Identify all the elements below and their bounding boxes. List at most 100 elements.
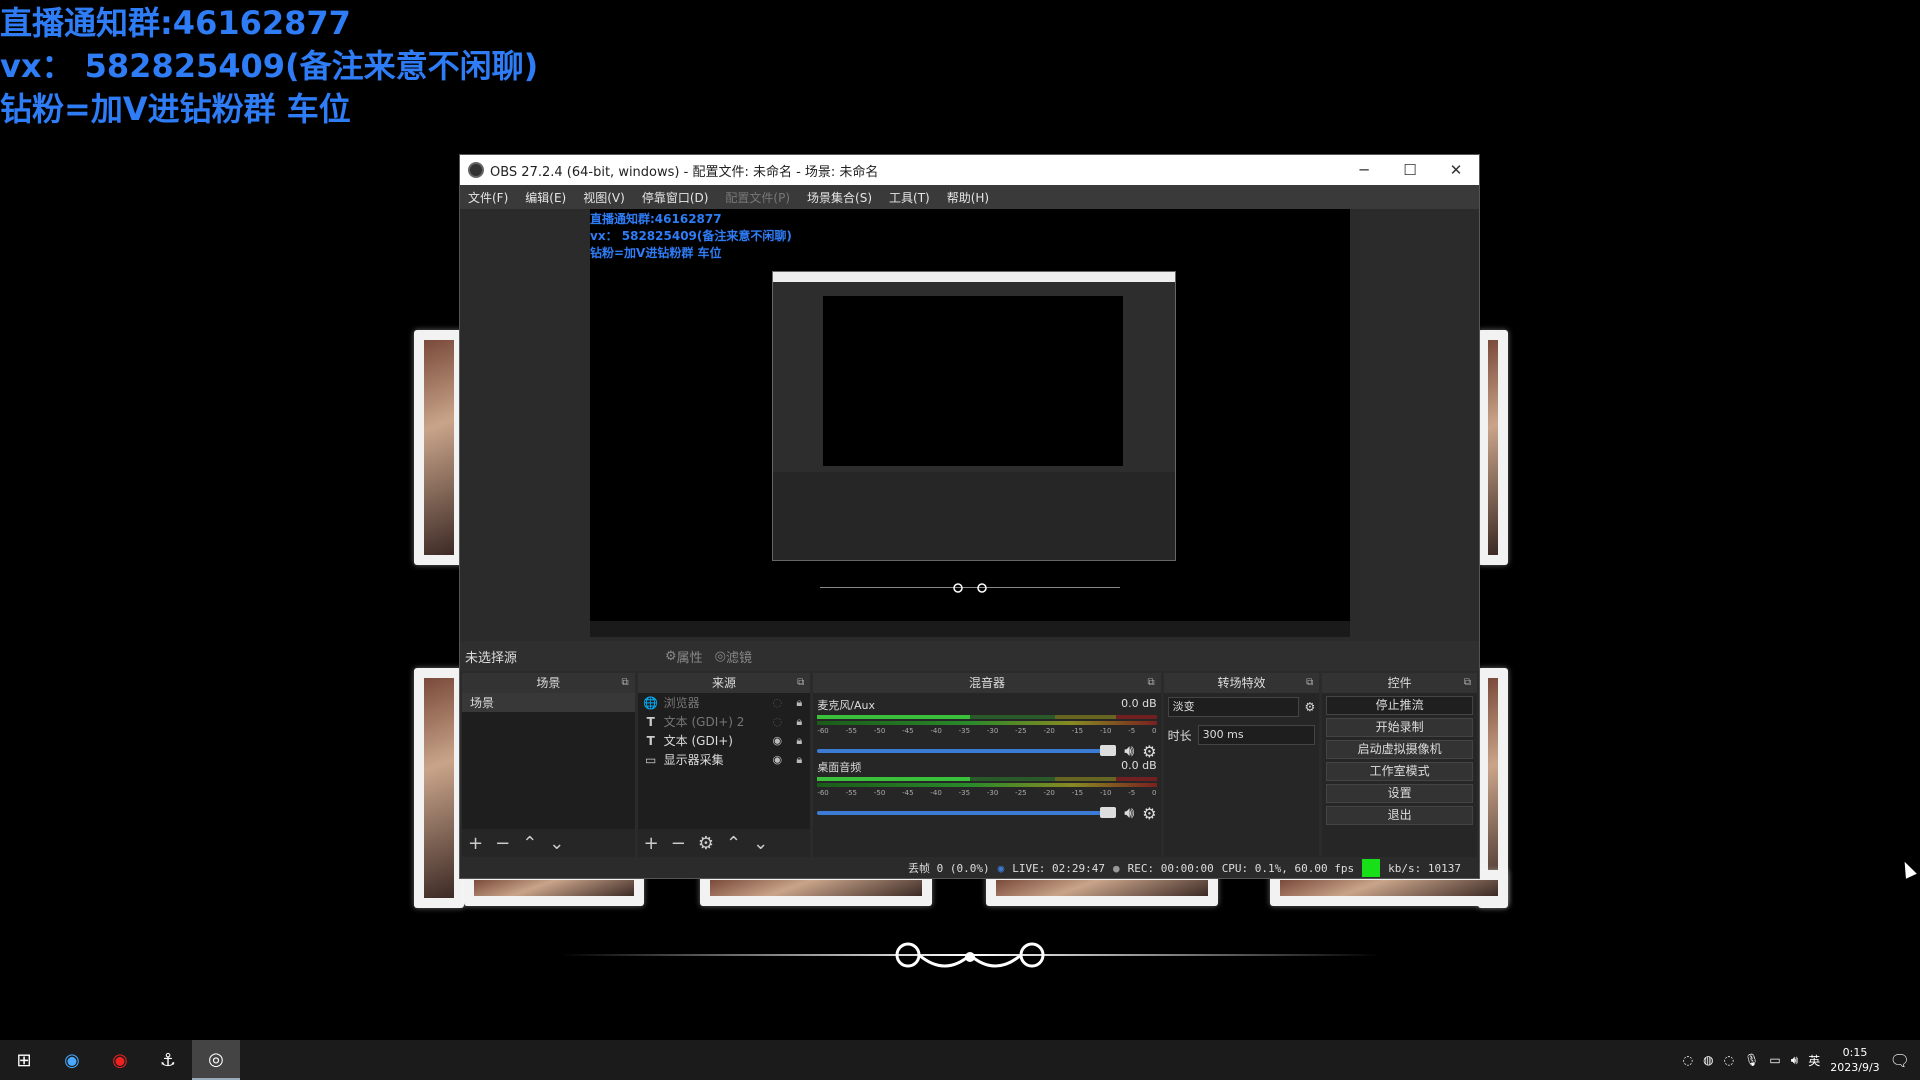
menu-docks[interactable]: 停靠窗口(D): [642, 189, 709, 206]
minimize-button[interactable]: ─: [1341, 161, 1387, 179]
mixer-dock: 混音器 ⧉ 麦克风/Aux 0.0 dB -60 -55 -50 -45 -40 -35 -30…: [813, 673, 1161, 857]
start-recording-button[interactable]: 开始录制: [1326, 718, 1473, 737]
stop-streaming-button[interactable]: 停止推流: [1326, 696, 1473, 715]
hidden-eye-icon[interactable]: ◌: [766, 696, 788, 709]
overlay-line-1: 直播通知群:46162877: [0, 4, 351, 42]
undock-icon[interactable]: ⧉: [1147, 673, 1154, 693]
studio-mode-button[interactable]: 工作室模式: [1326, 762, 1473, 781]
lock-icon[interactable]: 🔒︎: [788, 734, 810, 748]
lock-icon[interactable]: 🔒︎: [788, 753, 810, 767]
duration-input[interactable]: 300 ms: [1197, 725, 1316, 745]
menu-file[interactable]: 文件(F): [468, 189, 508, 206]
stream-health-indicator: [1362, 859, 1381, 877]
source-item[interactable]: T 文本 (GDI+) 2 ◌ 🔒︎: [638, 712, 811, 731]
exit-button[interactable]: 退出: [1326, 806, 1473, 825]
filter-icon: ◎: [714, 648, 727, 664]
duration-label: 时长: [1167, 728, 1192, 743]
menu-profile[interactable]: 配置文件(P): [725, 189, 790, 206]
move-up-icon[interactable]: ⌃: [522, 833, 537, 854]
move-up-icon[interactable]: ⌃: [726, 833, 741, 854]
volume-meter: [817, 721, 1157, 725]
start-virtual-camera-button[interactable]: 启动虚拟摄像机: [1326, 740, 1473, 759]
rec-icon: ●: [1112, 861, 1120, 875]
gear-icon[interactable]: ⚙: [698, 833, 714, 854]
volume-slider[interactable]: [817, 745, 1117, 756]
source-item[interactable]: 🌐 浏览器 ◌ 🔒︎: [638, 693, 811, 712]
hidden-eye-icon[interactable]: ◌: [766, 715, 788, 728]
remove-icon[interactable]: −: [495, 833, 510, 854]
volume-meter: [817, 783, 1157, 787]
lock-icon[interactable]: 🔒︎: [788, 696, 810, 710]
move-down-icon[interactable]: ⌄: [753, 833, 768, 854]
channel-name: 桌面音频: [817, 761, 862, 774]
obs-app-icon[interactable]: ◎: [192, 1040, 240, 1080]
menu-tools[interactable]: 工具(T): [889, 189, 930, 206]
preview-area: 直播通知群:46162877 vx： 582825409(备注来意不闲聊) 钻粉…: [460, 209, 1479, 641]
volume-meter: [817, 777, 1157, 781]
menu-edit[interactable]: 编辑(E): [525, 189, 566, 206]
filters-button[interactable]: ◎ 滤镜: [715, 647, 752, 666]
source-name: 文本 (GDI+): [663, 734, 733, 748]
ime-indicator[interactable]: 英: [1808, 1052, 1820, 1069]
meter-ticks: -60 -55 -50 -45 -40 -35 -30 -25 -20 -15 -10 -5 0: [817, 727, 1157, 735]
undock-icon[interactable]: ⧉: [1464, 673, 1471, 693]
speaker-icon[interactable]: 🔊︎: [1791, 1053, 1799, 1068]
browser-app-icon[interactable]: ◉: [48, 1040, 96, 1080]
close-button[interactable]: ✕: [1433, 161, 1479, 179]
settings-button[interactable]: 设置: [1326, 784, 1473, 803]
source-item[interactable]: ▭ 显示器采集 ◉ 🔒︎: [638, 750, 811, 769]
speaker-icon[interactable]: 🔊︎: [1124, 803, 1134, 823]
add-icon[interactable]: +: [468, 833, 483, 854]
preview-canvas[interactable]: 直播通知群:46162877 vx： 582825409(备注来意不闲聊) 钻粉…: [590, 209, 1350, 637]
obs-logo-icon: [468, 162, 484, 178]
move-down-icon[interactable]: ⌄: [549, 833, 564, 854]
live-icon: ◉: [997, 861, 1005, 875]
overlay-line-3: 钻粉=加V进钻粉群 车位: [0, 90, 351, 128]
steam-icon[interactable]: ◍: [1703, 1053, 1713, 1067]
channel-level: 0.0 dB: [1121, 759, 1157, 772]
anchor-app-icon[interactable]: ⚓: [144, 1040, 192, 1080]
maximize-button[interactable]: ☐: [1387, 161, 1433, 179]
windows-start-icon[interactable]: ⊞: [0, 1040, 48, 1080]
preview-overlay-line-3: 钻粉=加V进钻粉群 车位: [590, 246, 722, 260]
properties-label: 属性: [676, 650, 703, 666]
clock-date: 2023/9/3: [1830, 1061, 1880, 1074]
ornament-divider: [560, 942, 1380, 968]
undock-icon[interactable]: ⧉: [797, 673, 804, 693]
scene-name: 场景: [470, 696, 495, 710]
add-icon[interactable]: +: [644, 833, 659, 854]
source-item[interactable]: T 文本 (GDI+) ◉ 🔒︎: [638, 731, 811, 750]
menu-help[interactable]: 帮助(H): [947, 189, 989, 206]
music-app-icon[interactable]: ◉: [96, 1040, 144, 1080]
transition-select[interactable]: 淡变: [1167, 697, 1299, 717]
properties-button[interactable]: ⚙ 属性: [665, 647, 703, 666]
undock-icon[interactable]: ⧉: [622, 673, 629, 693]
preview-overlay-text: 直播通知群:46162877 vx： 582825409(备注来意不闲聊) 钻粉…: [590, 211, 792, 262]
transitions-dock: 转场特效 ⧉ 淡变 ⚙ 时长 300 ms: [1163, 673, 1320, 857]
scenes-dock: 场景 ⧉ 场景 + − ⌃ ⌄: [462, 673, 635, 857]
volume-slider[interactable]: [817, 807, 1117, 818]
tray-app-icon[interactable]: ◌: [1683, 1053, 1693, 1067]
microphone-icon[interactable]: 🎙︎: [1744, 1053, 1759, 1067]
sources-dock-title: 来源 ⧉: [637, 673, 811, 693]
scenes-list: 场景: [462, 693, 635, 829]
undock-icon[interactable]: ⧉: [1306, 673, 1313, 693]
dropped-frames: 丢帧 0 (0.0%): [908, 862, 990, 875]
remove-icon[interactable]: −: [671, 833, 686, 854]
eye-icon[interactable]: ◉: [766, 753, 788, 766]
scene-item[interactable]: 场景: [462, 693, 635, 712]
photo-frame-bottom-left: [414, 668, 464, 908]
network-icon[interactable]: ▭: [1769, 1053, 1780, 1067]
cpu-fps: CPU: 0.1%, 60.00 fps: [1221, 861, 1355, 875]
tray-app-icon[interactable]: ◌: [1724, 1053, 1734, 1067]
gear-icon[interactable]: ⚙: [1305, 700, 1316, 714]
gear-icon[interactable]: ⚙: [1142, 804, 1156, 823]
eye-icon[interactable]: ◉: [766, 734, 788, 747]
lock-icon[interactable]: 🔒︎: [788, 715, 810, 729]
menu-scene-collection[interactable]: 场景集合(S): [807, 189, 872, 206]
rec-time: REC: 00:00:00: [1127, 861, 1214, 875]
menu-view[interactable]: 视图(V): [583, 189, 625, 206]
stream-overlay-text: 直播通知群:46162877 vx： 582825409(备注来意不闲聊) 钻粉…: [0, 2, 538, 131]
clock[interactable]: 0:15 2023/9/3: [1830, 1045, 1879, 1075]
notification-icon[interactable]: 🗨︎: [1890, 1051, 1910, 1070]
